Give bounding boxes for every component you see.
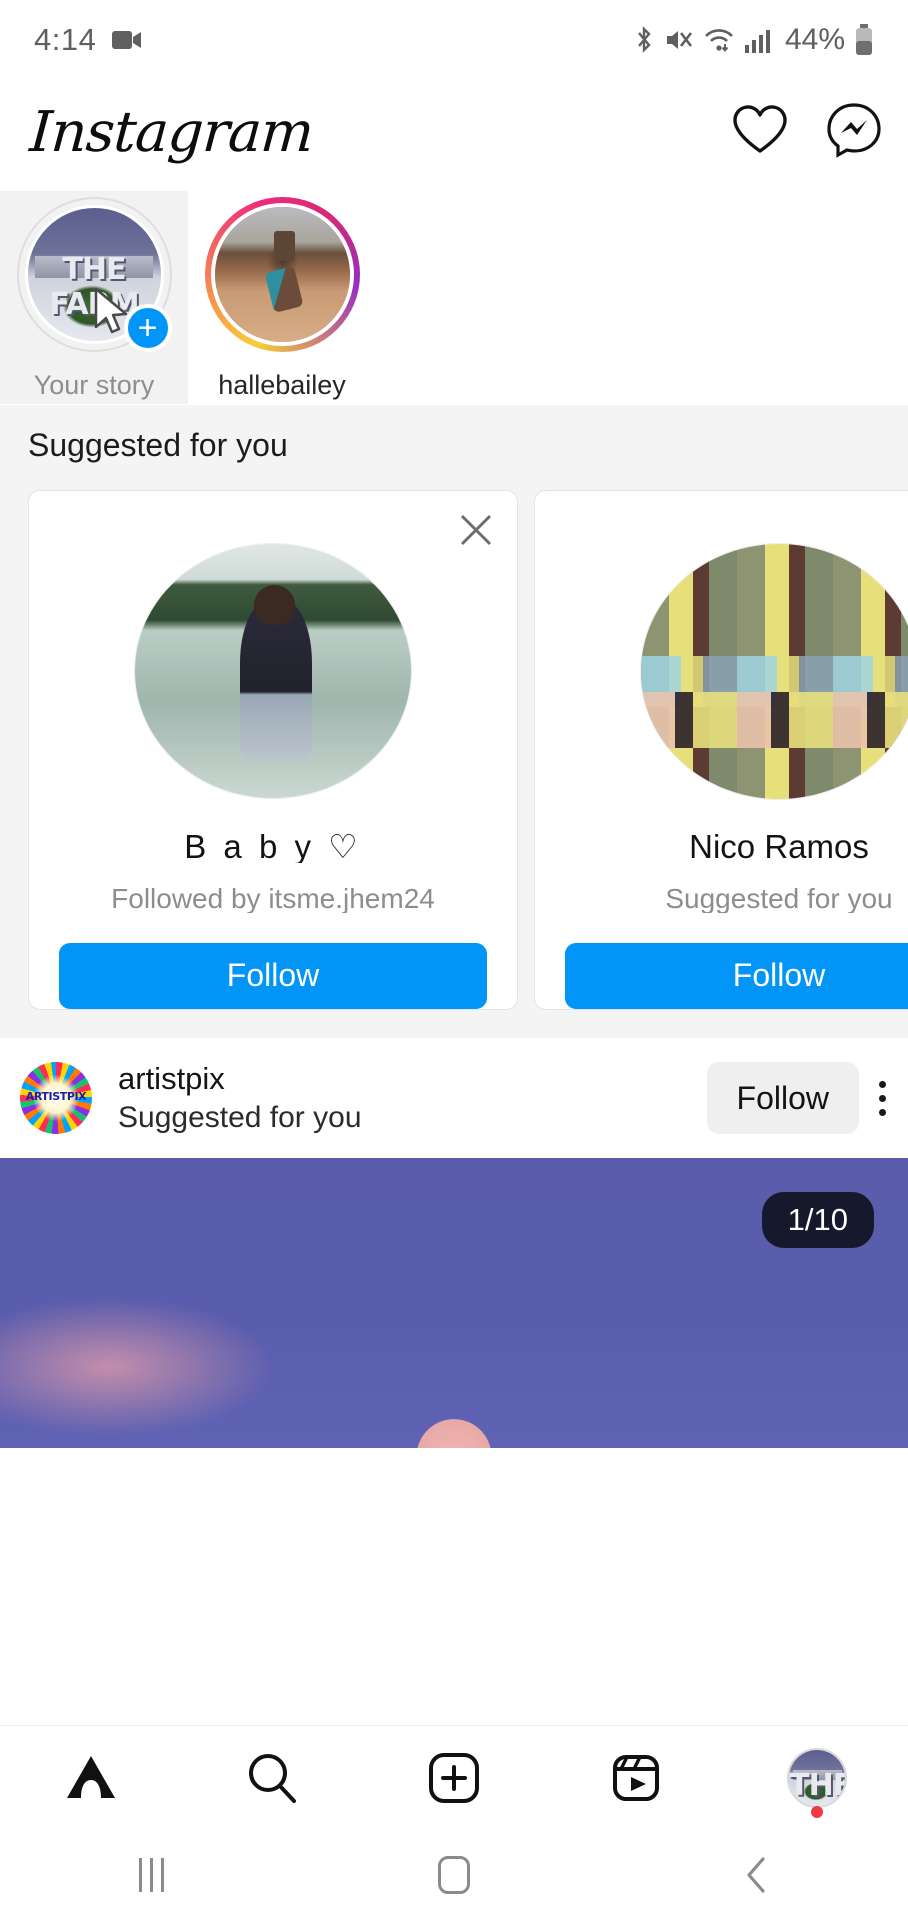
system-home-button[interactable] [303,1856,606,1894]
recents-icon [138,1858,164,1892]
header-actions [732,102,882,163]
story-label: hallebailey [218,370,346,400]
back-chevron-icon [747,1857,765,1893]
system-navigation-bar [0,1830,908,1920]
status-bar-time: 4:14 [34,22,97,57]
suggested-card-row[interactable]: B a b y ♡ Followed by itsme.jhem24 Follo… [0,490,908,1038]
home-icon [66,1756,115,1798]
post-subtitle: Suggested for you [118,1101,362,1134]
battery-icon [856,24,872,55]
system-back-button[interactable] [605,1855,908,1895]
nav-create[interactable] [363,1726,545,1830]
nav-reels[interactable] [545,1726,727,1830]
cellular-signal-icon [744,30,770,53]
post-author-meta: artistpix Suggested for you [118,1061,362,1135]
messenger-icon[interactable] [826,102,882,163]
story-your-story[interactable]: + Your story [0,191,188,404]
avatar-logo-text: ARTISTPIX [25,1090,87,1104]
post-follow-button[interactable]: Follow [706,1062,859,1134]
search-icon [249,1754,297,1803]
story-label: Your story [33,370,155,400]
post-author-avatar[interactable]: ARTISTPIX [20,1062,92,1134]
instagram-feed-screen: 4:14 44% Instagram THE FARM + Your story… [0,0,908,1920]
story-ring: + [16,197,172,352]
screen-record-icon [112,29,142,51]
battery-percent-label: 44% [784,23,845,56]
instagram-logo[interactable]: Instagram [28,100,315,165]
bottom-navigation [0,1725,908,1830]
plus-square-icon [428,1753,479,1803]
story-ring-gradient [204,197,360,352]
nav-search[interactable] [182,1726,364,1830]
follow-button[interactable]: Follow [59,942,487,1009]
suggested-user-subtitle: Followed by itsme.jhem24 [111,883,435,913]
notification-dot [811,1806,824,1818]
suggested-card[interactable]: Nico Ramos Suggested for you Follow [534,490,908,1010]
app-header: Instagram [0,80,908,185]
suggested-user-subtitle: Suggested for you [665,882,893,913]
post-username[interactable]: artistpix [118,1061,362,1097]
more-options-icon[interactable] [879,1080,886,1116]
carousel-counter: 1/10 [761,1192,874,1248]
profile-avatar[interactable] [787,1748,848,1808]
close-icon[interactable] [457,511,495,554]
wifi-icon [705,29,733,53]
suggested-user-name: B a b y ♡ [184,828,362,864]
system-recents-button[interactable] [0,1858,303,1892]
suggested-card[interactable]: B a b y ♡ Followed by itsme.jhem24 Follo… [28,490,518,1010]
avatar[interactable] [640,543,908,800]
bluetooth-icon [638,26,651,53]
status-bar-icons: 44% [633,23,874,57]
post-header: ARTISTPIX artistpix Suggested for you Fo… [0,1038,908,1158]
heart-icon[interactable] [732,104,788,161]
mouse-cursor [93,287,133,344]
suggested-section: Suggested for you B a b y ♡ Followed by … [0,405,908,1038]
mute-icon [666,31,692,49]
suggested-user-name: Nico Ramos [689,827,869,863]
status-bar: 4:14 44% [0,0,908,80]
avatar[interactable] [134,543,412,800]
hallebailey-avatar [210,203,354,346]
reels-icon [612,1755,659,1801]
story-hallebailey[interactable]: hallebailey [188,191,376,401]
home-square-icon [438,1856,470,1894]
follow-button[interactable]: Follow [565,942,908,1009]
nav-home[interactable] [0,1726,182,1830]
suggested-title: Suggested for you [28,427,288,463]
nav-profile[interactable] [726,1726,908,1830]
post-media[interactable]: 1/10 [0,1158,908,1448]
stories-tray[interactable]: + Your story hallebailey [0,185,908,405]
